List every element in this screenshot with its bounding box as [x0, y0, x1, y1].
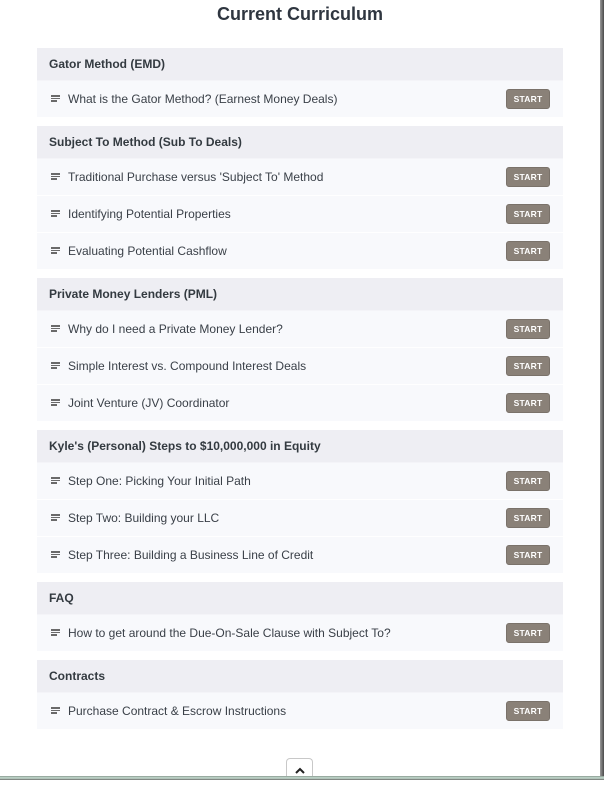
start-button[interactable]: START — [506, 508, 550, 528]
text-lines-icon — [51, 325, 60, 333]
text-lines-icon — [51, 629, 60, 637]
lesson-title[interactable]: Identifying Potential Properties — [68, 207, 231, 221]
section-title: Kyle's (Personal) Steps to $10,000,000 i… — [37, 430, 563, 463]
curriculum-section: FAQ How to get around the Due-On-Sale Cla… — [37, 582, 563, 651]
lesson-title[interactable]: Traditional Purchase versus 'Subject To'… — [68, 170, 323, 184]
lesson-item[interactable]: Joint Venture (JV) Coordinator START — [37, 385, 563, 421]
lesson-title[interactable]: Step One: Picking Your Initial Path — [68, 474, 251, 488]
text-lines-icon — [51, 210, 60, 218]
lesson-title[interactable]: How to get around the Due-On-Sale Clause… — [68, 626, 391, 640]
text-lines-icon — [51, 95, 60, 103]
page: Current Curriculum Gator Method (EMD) Wha… — [0, 0, 604, 786]
lesson-item[interactable]: Identifying Potential Properties START — [37, 196, 563, 233]
page-title: Current Curriculum — [216, 4, 384, 24]
lesson-item[interactable]: Simple Interest vs. Compound Interest De… — [37, 348, 563, 385]
lesson-title[interactable]: Why do I need a Private Money Lender? — [68, 322, 283, 336]
lesson-item[interactable]: How to get around the Due-On-Sale Clause… — [37, 615, 563, 651]
text-lines-icon — [51, 173, 60, 181]
lesson-title[interactable]: Step Two: Building your LLC — [68, 511, 219, 525]
chevron-up-icon — [294, 767, 305, 774]
curriculum-section: Gator Method (EMD) What is the Gator Meth… — [37, 48, 563, 117]
lesson-item[interactable]: Traditional Purchase versus 'Subject To'… — [37, 159, 563, 196]
text-lines-icon — [51, 399, 60, 407]
lesson-title[interactable]: What is the Gator Method? (Earnest Money… — [68, 92, 337, 106]
curriculum-section: Kyle's (Personal) Steps to $10,000,000 i… — [37, 430, 563, 573]
start-button[interactable]: START — [506, 241, 550, 261]
section-title: Gator Method (EMD) — [37, 48, 563, 81]
lesson-title[interactable]: Evaluating Potential Cashflow — [68, 244, 227, 258]
window-bottom-area — [0, 780, 604, 786]
window-right-border — [600, 0, 604, 780]
start-button[interactable]: START — [506, 167, 550, 187]
lesson-title[interactable]: Purchase Contract & Escrow Instructions — [68, 704, 286, 718]
lesson-item[interactable]: Purchase Contract & Escrow Instructions S… — [37, 693, 563, 729]
text-lines-icon — [51, 362, 60, 370]
section-title: Subject To Method (Sub To Deals) — [37, 126, 563, 159]
curriculum-list: Gator Method (EMD) What is the Gator Meth… — [37, 48, 563, 738]
text-lines-icon — [51, 247, 60, 255]
section-title: FAQ — [37, 582, 563, 615]
curriculum-section: Subject To Method (Sub To Deals) Traditio… — [37, 126, 563, 269]
curriculum-section: Contracts Purchase Contract & Escrow Inst… — [37, 660, 563, 729]
lesson-title[interactable]: Simple Interest vs. Compound Interest De… — [68, 359, 306, 373]
start-button[interactable]: START — [506, 623, 550, 643]
start-button[interactable]: START — [506, 471, 550, 491]
start-button[interactable]: START — [506, 89, 550, 109]
text-lines-icon — [51, 551, 60, 559]
text-lines-icon — [51, 477, 60, 485]
text-lines-icon — [51, 514, 60, 522]
lesson-item[interactable]: Step Three: Building a Business Line of … — [37, 537, 563, 573]
lesson-item[interactable]: Step Two: Building your LLC START — [37, 500, 563, 537]
curriculum-section: Private Money Lenders (PML) Why do I need… — [37, 278, 563, 421]
start-button[interactable]: START — [506, 204, 550, 224]
section-title: Contracts — [37, 660, 563, 693]
start-button[interactable]: START — [506, 356, 550, 376]
start-button[interactable]: START — [506, 393, 550, 413]
section-title: Private Money Lenders (PML) — [37, 278, 563, 311]
lesson-title[interactable]: Step Three: Building a Business Line of … — [68, 548, 313, 562]
lesson-item[interactable]: Step One: Picking Your Initial Path START — [37, 463, 563, 500]
start-button[interactable]: START — [506, 319, 550, 339]
text-lines-icon — [51, 707, 60, 715]
start-button[interactable]: START — [506, 701, 550, 721]
lesson-item[interactable]: What is the Gator Method? (Earnest Money… — [37, 81, 563, 117]
lesson-title[interactable]: Joint Venture (JV) Coordinator — [68, 396, 229, 410]
lesson-item[interactable]: Why do I need a Private Money Lender? STA… — [37, 311, 563, 348]
start-button[interactable]: START — [506, 545, 550, 565]
lesson-item[interactable]: Evaluating Potential Cashflow START — [37, 233, 563, 269]
